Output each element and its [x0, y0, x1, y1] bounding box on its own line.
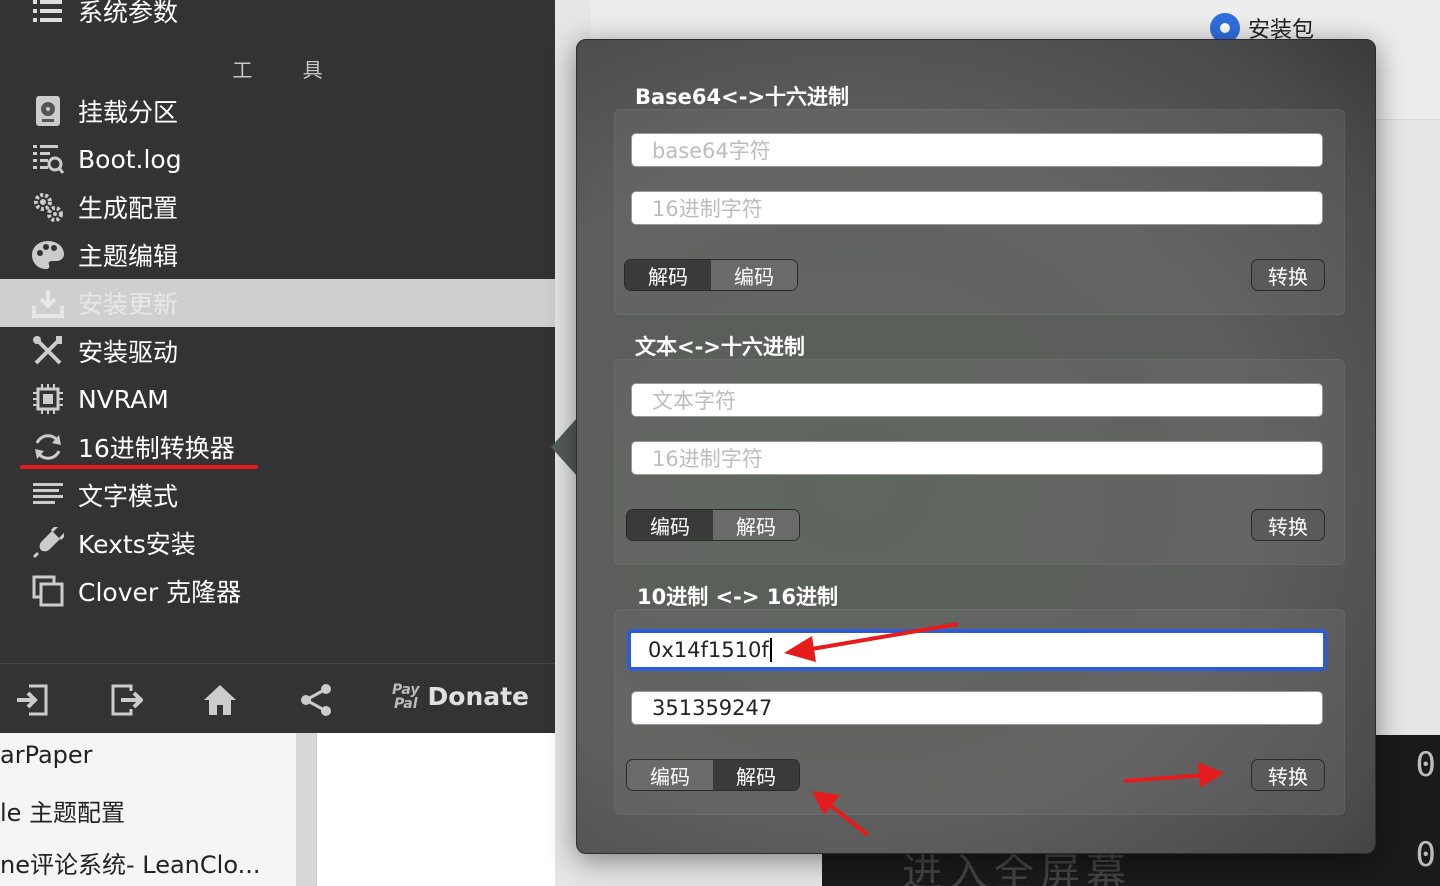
sidebar: 系统参数 工 具 挂载分区 Boot.log 生成配置 主题编辑 安装更新 安装…: [0, 0, 555, 733]
sidebar-item-hex-converter[interactable]: 16进制转换器: [0, 423, 555, 471]
hex-converter-popover: Base64<->十六进制 base64字符 16进制字符 解码 编码 转换 文…: [576, 39, 1376, 854]
list-item[interactable]: ne评论系统- LeanClo...: [0, 845, 260, 880]
sidebar-item-kexts-install[interactable]: Kexts安装: [0, 519, 555, 567]
base64-input[interactable]: base64字符: [631, 133, 1323, 167]
text-caret: [769, 638, 772, 662]
segment-decode[interactable]: 解码: [713, 760, 799, 790]
share-button[interactable]: [296, 682, 336, 722]
share-icon: [299, 683, 333, 721]
section-title-base64: Base64<->十六进制: [635, 85, 850, 109]
sidebar-item-label: NVRAM: [78, 384, 169, 414]
tools-icon: [30, 333, 66, 369]
sidebar-item-label: 主题编辑: [78, 242, 179, 271]
base64-mode-segment[interactable]: 解码 编码: [624, 259, 798, 291]
digit-label: 0: [1415, 745, 1436, 785]
segment-encode[interactable]: 编码: [627, 510, 713, 540]
decimal-mode-segment[interactable]: 编码 解码: [626, 759, 800, 791]
section-title-tools: 工 具: [232, 58, 345, 82]
background-list-pane: arPaper le 主题配置 ne评论系统- LeanClo...: [0, 733, 555, 886]
sidebar-item-label: Boot.log: [78, 144, 182, 174]
section-title-text: 文本<->十六进制: [635, 335, 805, 359]
sidebar-item-generate-config[interactable]: 生成配置: [0, 183, 555, 231]
log-list-icon: [30, 141, 66, 177]
segment-decode[interactable]: 解码: [625, 260, 711, 290]
hex-value-text: 0x14f1510f: [648, 638, 769, 662]
list-icon: [30, 0, 66, 29]
sidebar-bottom-bar: Pay Pal Donate: [0, 663, 555, 733]
base64-hex-input[interactable]: 16进制字符: [631, 191, 1323, 225]
import-button[interactable]: [12, 682, 52, 722]
palette-icon: [30, 237, 66, 273]
digit-label: 0: [1415, 835, 1436, 875]
section-title-decimal: 10进制 <-> 16进制: [637, 585, 838, 609]
chip-icon: [30, 381, 66, 417]
download-icon: [30, 285, 66, 321]
sidebar-item-install-update[interactable]: 安装更新: [0, 279, 555, 327]
sidebar-item-bootlog[interactable]: Boot.log: [0, 135, 555, 183]
import-icon: [15, 683, 49, 721]
sidebar-item-label: 安装驱动: [78, 338, 179, 367]
sidebar-item-install-driver[interactable]: 安装驱动: [0, 327, 555, 375]
home-icon: [202, 683, 238, 721]
sidebar-item-theme-edit[interactable]: 主题编辑: [0, 231, 555, 279]
export-button[interactable]: [106, 682, 146, 722]
paypal-icon: Pay Pal: [392, 683, 420, 711]
export-icon: [109, 683, 144, 721]
sidebar-item-system-params[interactable]: 系统参数: [0, 0, 555, 35]
home-button[interactable]: [200, 682, 240, 722]
segment-encode[interactable]: 编码: [627, 760, 713, 790]
sidebar-item-text-mode[interactable]: 文字模式: [0, 471, 555, 519]
hex-value-input[interactable]: 0x14f1510f: [627, 629, 1327, 671]
convert-button[interactable]: 转换: [1251, 259, 1325, 291]
sidebar-item-label: 挂载分区: [78, 98, 179, 127]
refresh-icon: [30, 429, 66, 465]
donate-label: Donate: [427, 682, 530, 711]
sidebar-item-nvram[interactable]: NVRAM: [0, 375, 555, 423]
scrollbar[interactable]: [296, 733, 316, 886]
annotation-underline: [20, 465, 258, 469]
donate-button[interactable]: Pay Pal Donate: [392, 682, 529, 711]
list-item[interactable]: le 主题配置: [0, 793, 125, 828]
content-pane: [316, 733, 555, 886]
text-input[interactable]: 文本字符: [631, 383, 1323, 417]
decimal-value-input[interactable]: 351359247: [631, 691, 1323, 725]
list-item[interactable]: arPaper: [0, 741, 93, 769]
sidebar-item-label: 生成配置: [78, 194, 179, 223]
sidebar-item-label: 系统参数: [78, 0, 179, 27]
segment-encode[interactable]: 编码: [711, 260, 797, 290]
text-hex-input[interactable]: 16进制字符: [631, 441, 1323, 475]
clone-icon: [30, 573, 66, 609]
text-lines-icon: [30, 477, 66, 513]
segment-decode[interactable]: 解码: [713, 510, 799, 540]
disk-icon: [30, 93, 66, 129]
plug-icon: [30, 525, 66, 561]
text-mode-segment[interactable]: 编码 解码: [626, 509, 800, 541]
convert-button[interactable]: 转换: [1251, 759, 1325, 791]
sidebar-item-label: 文字模式: [78, 482, 179, 511]
sidebar-item-label: 16进制转换器: [78, 434, 235, 463]
gears-icon: [30, 189, 66, 225]
sidebar-item-label: Kexts安装: [78, 530, 196, 559]
convert-button[interactable]: 转换: [1251, 509, 1325, 541]
sidebar-item-clover-cloner[interactable]: Clover 克隆器: [0, 567, 555, 615]
sidebar-item-mount[interactable]: 挂载分区: [0, 87, 555, 135]
sidebar-item-label: 安装更新: [78, 290, 179, 319]
sidebar-item-label: Clover 克隆器: [78, 578, 242, 607]
paypal-text: Pal: [393, 695, 418, 712]
popover-arrow: [551, 418, 577, 476]
